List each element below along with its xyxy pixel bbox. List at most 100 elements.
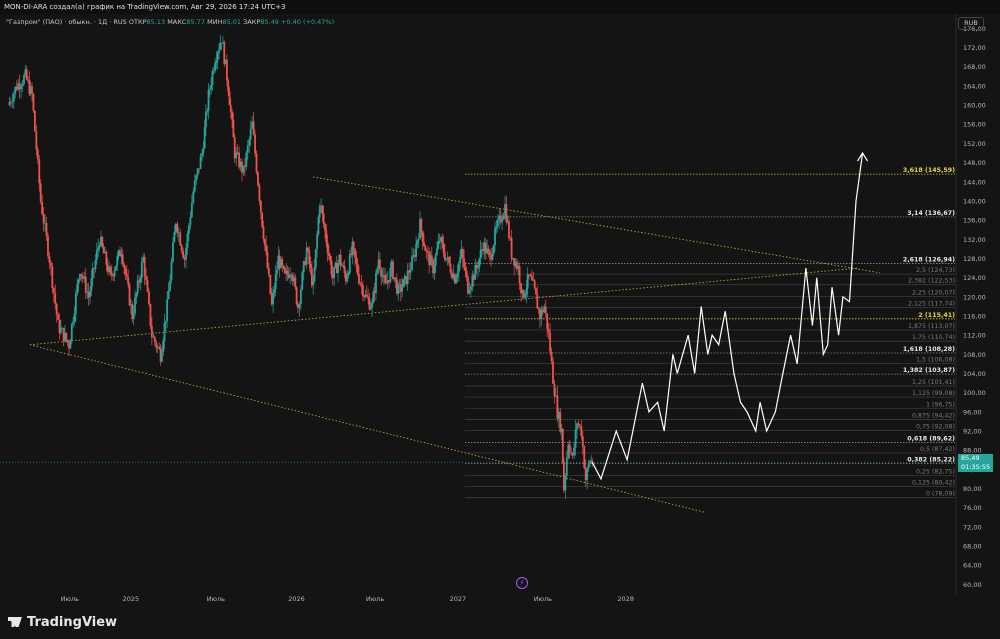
candle-body [20,86,22,90]
candle-body [274,274,277,290]
candle-body [333,267,336,279]
candle-body [52,287,55,293]
candle-body [299,289,302,304]
candle-body [211,71,214,85]
lightning-icon[interactable]: ⚡ [516,577,528,589]
candle-body [525,288,528,295]
candle-body [45,222,48,236]
candle-body [225,59,228,81]
candle-body [309,264,312,269]
candle-body [339,254,342,266]
brand-name: TradingView [27,615,118,630]
price-chart[interactable]: 176,00172,00168,00164,00160,00156,00152,… [0,14,1000,610]
y-tick-label: 148,00 [963,159,986,167]
candle-body [583,446,586,469]
candle-body [392,261,394,280]
candle-body [25,69,28,80]
candle-body [163,323,166,342]
fib-level-label: 0 (78,09) [926,491,955,498]
candle-body [322,213,325,224]
y-tick-label: 132,00 [963,236,986,244]
candle-body [255,153,258,173]
fib-level-label: 2,125 (117,74) [908,301,955,308]
fib-level-label: 2,25 (120,07) [912,289,955,296]
candle-body [42,214,45,224]
candle-body [150,326,153,338]
y-tick-label: 144,00 [963,178,986,186]
y-tick-label: 140,00 [963,197,986,205]
low-label: МИН [207,18,223,26]
fib-level-label: 0,125 (80,42) [912,480,955,487]
candle-body [352,241,355,249]
x-tick-label: Июль [366,595,384,603]
currency-button[interactable]: RUB [958,17,984,30]
candle-body [424,245,427,251]
candle-body [162,341,165,352]
candle-body [433,265,436,274]
candle-body [577,423,580,425]
candle-body [136,280,139,294]
y-tick-label: 64,00 [963,562,982,570]
candle-body [89,290,91,298]
fib-level-label: 3,14 (136,67) [907,210,955,217]
y-tick-label: 124,00 [963,274,986,282]
candle-body [110,272,113,276]
candle-body [437,241,440,249]
candle-body [219,43,222,50]
candle-body [456,272,459,278]
candle-body [38,159,41,184]
candle-timer: 01:35:55 [961,463,991,471]
candle-body [298,303,301,308]
close-value: 85,49 [260,18,279,26]
candle-body [465,270,468,277]
candle-body [402,279,405,288]
candle-body [266,251,269,269]
y-tick-label: 164,00 [963,82,986,90]
candle-body [272,292,274,305]
candle-body [276,269,278,275]
y-tick-label: 116,00 [963,312,986,320]
candle-body [308,250,311,265]
candle-body [21,83,24,87]
candle-body [132,313,135,320]
y-tick-label: 92,00 [963,428,982,436]
tradingview-logo-icon [8,617,22,627]
candle-body [369,307,372,310]
candle-body [84,276,87,293]
candle-body [438,240,441,242]
candle-body [269,274,272,294]
candle-body [544,306,547,314]
candle-body [98,245,101,248]
candle-body [201,153,203,157]
fib-level-label: 0,382 (85,22) [907,457,955,464]
candle-body [561,428,564,463]
candle-body [216,53,219,61]
candle-body [73,313,76,322]
candle-body [316,234,319,250]
candle-body [220,43,223,45]
candle-body [488,251,491,255]
candle-body [580,426,583,437]
candle-body [529,274,532,277]
candle-body [210,84,213,90]
candle-body [254,134,256,154]
candle-body [531,276,533,281]
open-value: 85,13 [146,18,166,26]
candle-body [355,257,358,264]
candle-body [295,287,298,305]
tradingview-logo[interactable]: TradingView [8,615,117,630]
candle-body [441,237,444,244]
candle-body [502,215,505,220]
chart-header: MON-DI-ARA создал(а) график на TradingVi… [0,0,1000,14]
fib-level-label: 0,618 (89,62) [907,435,955,442]
candle-body [494,228,496,246]
candle-body [189,217,192,226]
candle-body [72,321,75,324]
y-tick-label: 112,00 [963,332,986,340]
candle-body [203,127,206,149]
candle-body [524,294,526,298]
candle-body [32,94,35,111]
candle-body [417,238,420,241]
candle-body [565,457,568,476]
y-tick-label: 104,00 [963,370,986,378]
